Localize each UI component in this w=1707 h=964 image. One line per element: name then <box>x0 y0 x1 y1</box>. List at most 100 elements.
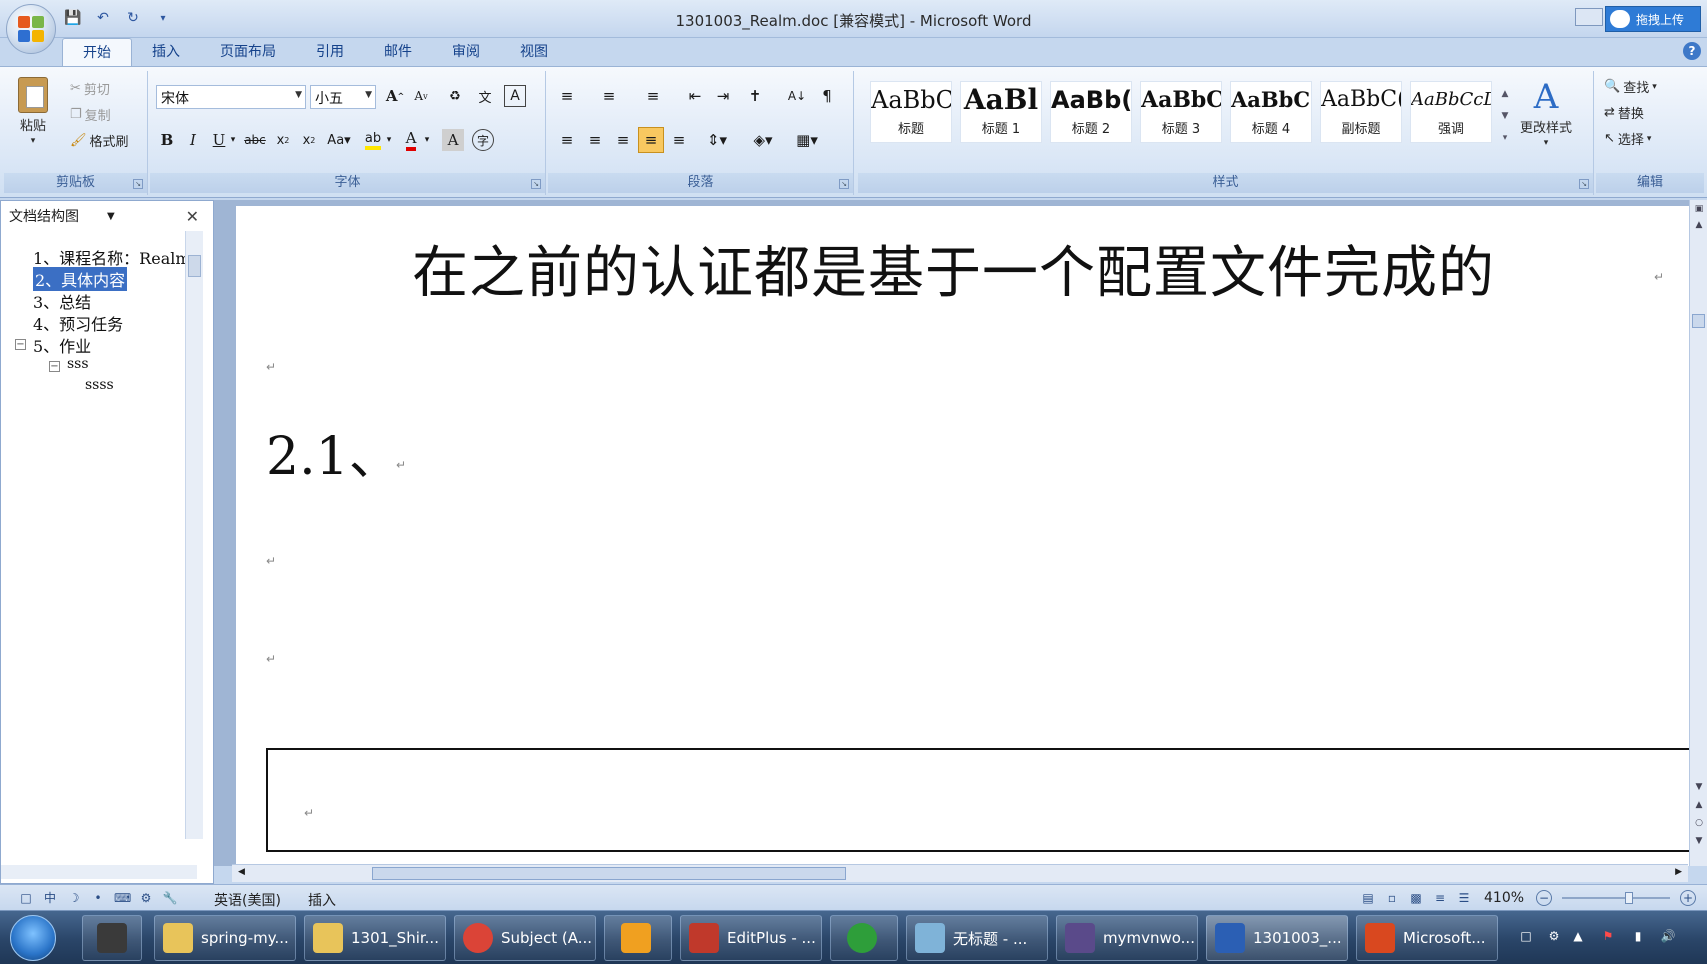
chevron-down-icon[interactable]: ▼ <box>107 211 115 222</box>
collapse-icon[interactable]: − <box>49 361 60 372</box>
style-emphasis[interactable]: AaBbCcDı 强调 <box>1410 81 1492 143</box>
bullets-icon[interactable]: ≡ <box>554 83 580 109</box>
italic-icon[interactable]: I <box>180 127 206 153</box>
zoom-level[interactable]: 410% <box>1484 890 1524 906</box>
style-heading-3[interactable]: AaBbC( 标题 3 <box>1140 81 1222 143</box>
copy-button[interactable]: ❐ 复制 <box>70 105 111 124</box>
strikethrough-icon[interactable]: abc <box>242 127 268 153</box>
scroll-up-icon[interactable]: ▲ <box>1693 220 1705 234</box>
clear-formatting-icon[interactable]: ♻ <box>442 83 468 109</box>
superscript-icon[interactable]: x2 <box>296 127 322 153</box>
browse-object-icon[interactable]: ○ <box>1693 818 1705 832</box>
distributed-icon[interactable]: ≡ <box>666 127 692 153</box>
style-title[interactable]: AaBbC( 标题 <box>870 81 952 143</box>
tab-insert[interactable]: 插入 <box>132 38 200 66</box>
outline-view-icon[interactable]: ≡ <box>1432 890 1448 906</box>
font-name-combo[interactable]: 宋体 ▼ <box>156 85 306 109</box>
paste-button[interactable]: 粘贴 ▾ <box>18 77 48 146</box>
close-icon[interactable]: ✕ <box>186 207 199 226</box>
cut-button[interactable]: ✂ 剪切 <box>70 79 110 98</box>
styles-scroll[interactable]: ▲ ▼ ▾ <box>1498 83 1512 149</box>
vertical-scrollbar[interactable]: ▣ ▲ ▼ ▲ ○ ▼ <box>1689 200 1707 866</box>
office-button[interactable] <box>6 4 56 54</box>
flag-icon[interactable]: ⚑ <box>1600 929 1616 945</box>
tab-references[interactable]: 引用 <box>296 38 364 66</box>
full-screen-reading-icon[interactable]: ▫ <box>1384 890 1400 906</box>
taskbar-item[interactable]: Microsoft... <box>1356 915 1498 961</box>
volume-icon[interactable]: 🔊 <box>1660 929 1676 945</box>
print-layout-icon[interactable]: ▤ <box>1360 890 1376 906</box>
taskbar-item[interactable]: EditPlus - ... <box>680 915 822 961</box>
justify-icon[interactable]: ≡ <box>638 127 664 153</box>
tab-home[interactable]: 开始 <box>62 38 132 66</box>
previous-page-icon[interactable]: ▲ <box>1693 800 1705 814</box>
ime-settings-icon[interactable]: ⚙ <box>138 890 154 906</box>
tab-mailings[interactable]: 邮件 <box>364 38 432 66</box>
shrink-font-icon[interactable]: Av <box>408 83 434 109</box>
minimize-button[interactable] <box>1575 8 1603 26</box>
show-hidden-icons-icon[interactable]: ▲ <box>1570 929 1586 945</box>
style-heading-1[interactable]: AaBl 标题 1 <box>960 81 1042 143</box>
document-map-scrollbar[interactable] <box>185 231 203 839</box>
style-heading-4[interactable]: AaBbC( 标题 4 <box>1230 81 1312 143</box>
taskbar-item-pinned[interactable] <box>82 915 142 961</box>
align-left-icon[interactable]: ≡ <box>554 127 580 153</box>
document-table[interactable]: ↵ <box>266 748 1692 852</box>
styles-launcher-icon[interactable]: ↘ <box>1579 179 1589 189</box>
borders-icon[interactable]: ▦▾ <box>790 127 824 153</box>
character-border-icon[interactable]: A <box>504 85 526 107</box>
phonetic-guide-icon[interactable]: 文 <box>472 83 498 109</box>
collapse-icon[interactable]: − <box>15 339 26 350</box>
tab-view[interactable]: 视图 <box>500 38 568 66</box>
scroll-left-icon[interactable]: ◀ <box>238 867 245 877</box>
line-spacing-icon[interactable]: ⇕▾ <box>700 127 734 153</box>
find-button[interactable]: 🔍 查找 ▾ <box>1604 77 1657 96</box>
taskbar-item[interactable]: Subject (A... <box>454 915 596 961</box>
bold-icon[interactable]: B <box>154 127 180 153</box>
next-page-icon[interactable]: ▼ <box>1693 836 1705 850</box>
document-map-hscrollbar[interactable] <box>1 865 197 879</box>
show-marks-icon[interactable]: ¶ <box>814 83 840 109</box>
character-shading-icon[interactable]: A <box>442 129 464 151</box>
scroll-right-icon[interactable]: ▶ <box>1675 867 1682 877</box>
action-center-icon[interactable]: □ <box>1518 929 1534 945</box>
clipboard-launcher-icon[interactable]: ↘ <box>133 179 143 189</box>
web-layout-icon[interactable]: ▩ <box>1408 890 1424 906</box>
replace-button[interactable]: ⇄ 替换 <box>1604 103 1644 122</box>
taskbar-item[interactable]: 1301_Shir... <box>304 915 446 961</box>
style-heading-2[interactable]: AaBb( 标题 2 <box>1050 81 1132 143</box>
subscript-icon[interactable]: x2 <box>270 127 296 153</box>
keyboard-icon[interactable]: ⌨ <box>114 890 131 906</box>
draft-view-icon[interactable]: ☰ <box>1456 890 1472 906</box>
taskbar-item[interactable]: 无标题 - ... <box>906 915 1048 961</box>
horizontal-scrollbar[interactable]: ◀ ▶ <box>232 864 1688 882</box>
align-center-icon[interactable]: ≡ <box>582 127 608 153</box>
zoom-out-icon[interactable]: − <box>1536 890 1552 906</box>
zoom-slider[interactable] <box>1562 892 1670 904</box>
taskbar-item[interactable] <box>604 915 672 961</box>
style-subtitle[interactable]: AaBbC( 副标题 <box>1320 81 1402 143</box>
decrease-indent-icon[interactable]: ⇤ <box>682 83 708 109</box>
select-button[interactable]: ↖ 选择 ▾ <box>1604 129 1651 148</box>
docmap-item[interactable]: 3、总结 <box>33 289 91 313</box>
language-status[interactable]: 英语(美国) <box>214 890 281 910</box>
docmap-item[interactable]: ssss <box>85 377 114 393</box>
zoom-in-icon[interactable]: + <box>1680 890 1696 906</box>
tray-network-icon[interactable]: ⚙ <box>1546 929 1562 945</box>
insert-mode-status[interactable]: 插入 <box>308 890 336 910</box>
start-button[interactable] <box>10 915 56 961</box>
zoom-slider-knob[interactable] <box>1624 892 1633 904</box>
font-color-dropdown-icon[interactable]: ▾ <box>420 127 434 153</box>
docmap-item[interactable]: 4、预习任务 <box>33 311 123 335</box>
scroll-thumb[interactable] <box>1692 314 1705 328</box>
tab-page-layout[interactable]: 页面布局 <box>200 38 296 66</box>
numbering-icon[interactable]: ≡ <box>596 83 622 109</box>
sort-icon[interactable]: A↓ <box>784 83 810 109</box>
ime-punctuation-icon[interactable]: • <box>90 890 106 906</box>
document-map-header[interactable]: 文档结构图 ▼ <box>1 201 213 231</box>
enclose-characters-icon[interactable]: 字 <box>472 129 494 151</box>
docmap-item[interactable]: 1、课程名称：Realm <box>33 245 191 269</box>
format-painter-button[interactable]: 🖌 格式刷 <box>70 131 129 150</box>
increase-indent-icon[interactable]: ⇥ <box>710 83 736 109</box>
scroll-thumb[interactable] <box>188 255 201 277</box>
